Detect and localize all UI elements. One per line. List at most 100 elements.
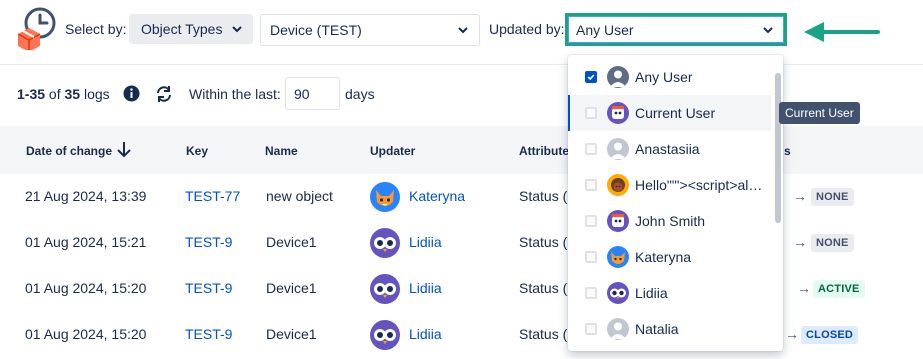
scrollbar-thumb[interactable] — [775, 73, 781, 223]
app-logo-icon — [16, 6, 58, 52]
info-icon[interactable] — [123, 85, 140, 102]
chevron-down-icon — [763, 26, 773, 33]
status-badge: NONE — [811, 188, 854, 206]
arrow-right-icon: → — [797, 280, 811, 296]
checkbox[interactable] — [585, 287, 597, 299]
table-row[interactable]: 21 Aug 2024, 13:39 TEST-77 new object Ka… — [0, 174, 923, 220]
default-user-avatar — [607, 138, 629, 160]
updated-by-value: Any User — [576, 21, 634, 38]
owl-avatar — [370, 228, 400, 258]
arrow-right-icon: → — [785, 326, 799, 342]
header-divider — [0, 64, 923, 65]
row-attribute: Status ( — [519, 280, 568, 296]
refresh-icon[interactable] — [154, 84, 174, 104]
row-updater-link[interactable]: Lidiia — [409, 280, 442, 296]
logs-of: of — [48, 86, 61, 102]
default-user-avatar — [607, 66, 629, 88]
checkbox[interactable] — [585, 107, 597, 119]
row-attribute: Status ( — [519, 234, 568, 250]
row-date: 01 Aug 2024, 15:21 — [25, 234, 147, 250]
arrow-right-icon: → — [793, 188, 807, 204]
object-types-select[interactable]: Object Types — [129, 14, 253, 44]
option-label: Kateryna — [635, 249, 692, 265]
table-row[interactable]: 01 Aug 2024, 15:20 TEST-9 Device1 Lidiia… — [0, 266, 923, 312]
owl-avatar — [607, 282, 629, 304]
updated-by-dropdown: Any User Current User Anastasiia Hello""… — [568, 55, 783, 351]
owl-avatar — [370, 320, 400, 350]
status-badge: NONE — [811, 234, 854, 252]
column-date-of-change[interactable]: Date of change — [26, 144, 112, 158]
row-name: Device1 — [266, 280, 317, 296]
owl-avatar — [370, 274, 400, 304]
row-attribute: Status ( — [519, 188, 568, 204]
table-row[interactable]: 01 Aug 2024, 15:21 TEST-9 Device1 Lidiia… — [0, 220, 923, 266]
table-row[interactable]: 01 Aug 2024, 15:20 TEST-9 Device1 Lidiia… — [0, 312, 923, 358]
object-types-label: Object Types — [141, 21, 223, 37]
dropdown-option-natalia[interactable]: Natalia — [568, 311, 771, 347]
logs-word: logs — [83, 86, 110, 102]
option-label: Hello""'><script>al… — [635, 177, 763, 193]
default-user-avatar — [607, 318, 629, 340]
dropdown-option-lidiia[interactable]: Lidiia — [568, 275, 771, 311]
annotation-arrow-icon — [800, 20, 880, 44]
option-label: John Smith — [635, 213, 706, 229]
row-name: new object — [266, 188, 333, 204]
fox-avatar — [370, 182, 400, 212]
row-attribute: Status ( — [519, 326, 568, 342]
checkmark-icon — [587, 74, 595, 81]
checkbox[interactable] — [585, 179, 597, 191]
dropdown-option-kateryna[interactable]: Kateryna — [568, 239, 771, 275]
row-key-link[interactable]: TEST-9 — [185, 280, 232, 296]
row-updater-link[interactable]: Lidiia — [409, 234, 442, 250]
days-value: 90 — [294, 85, 310, 102]
option-label: Natalia — [635, 321, 679, 337]
status-badge: CLOSED — [801, 326, 859, 344]
dropdown-option-current-user[interactable]: Current User — [568, 95, 771, 131]
robot-avatar — [607, 210, 629, 232]
row-key-link[interactable]: TEST-9 — [185, 326, 232, 342]
row-updater-link[interactable]: Kateryna — [409, 188, 465, 204]
updated-by-label: Updated by: — [489, 21, 565, 37]
column-name[interactable]: Name — [265, 144, 298, 158]
option-label: Lidiia — [635, 285, 668, 301]
arrow-right-icon: → — [793, 234, 807, 250]
row-key-link[interactable]: TEST-77 — [185, 188, 240, 204]
dropdown-option-any-user[interactable]: Any User — [568, 59, 771, 95]
fox-avatar — [607, 246, 629, 268]
updated-by-select[interactable]: Any User — [565, 13, 787, 46]
option-label: Any User — [635, 69, 693, 85]
column-key[interactable]: Key — [186, 144, 208, 158]
dropdown-option-anastasiia[interactable]: Anastasiia — [568, 131, 771, 167]
column-updater[interactable]: Updater — [370, 144, 415, 158]
logs-total: 35 — [64, 86, 81, 102]
chevron-down-icon — [232, 26, 242, 33]
row-updater-link[interactable]: Lidiia — [409, 326, 442, 342]
checkbox-checked[interactable] — [585, 71, 597, 83]
tooltip: Current User — [779, 102, 860, 124]
checkbox[interactable] — [585, 143, 597, 155]
robot-avatar — [607, 102, 629, 124]
logs-count: 1-35 of 35 logs — [17, 86, 110, 102]
row-key-link[interactable]: TEST-9 — [185, 234, 232, 250]
object-type-select[interactable]: Device (TEST) — [260, 14, 480, 46]
chevron-down-icon — [458, 27, 468, 34]
dropdown-scrollbar[interactable] — [775, 57, 781, 349]
dropdown-option-hello[interactable]: Hello""'><script>al… — [568, 167, 771, 203]
object-type-value: Device (TEST) — [270, 22, 362, 38]
within-last-label: Within the last: — [189, 86, 281, 102]
dropdown-option-john-smith[interactable]: John Smith — [568, 203, 771, 239]
logs-range: 1-35 — [17, 86, 46, 102]
row-date: 21 Aug 2024, 13:39 — [25, 188, 147, 204]
sort-arrow-down-icon[interactable] — [117, 141, 131, 158]
checkbox[interactable] — [585, 251, 597, 263]
option-label: Current User — [635, 105, 716, 121]
option-label: Anastasiia — [635, 141, 700, 157]
row-date: 01 Aug 2024, 15:20 — [25, 280, 147, 296]
days-input[interactable]: 90 — [285, 77, 340, 110]
checkbox[interactable] — [585, 215, 597, 227]
column-status[interactable]: s — [784, 144, 791, 158]
checkbox[interactable] — [585, 323, 597, 335]
column-attribute[interactable]: Attribute — [519, 144, 569, 158]
days-label: days — [345, 86, 375, 102]
row-name: Device1 — [266, 234, 317, 250]
